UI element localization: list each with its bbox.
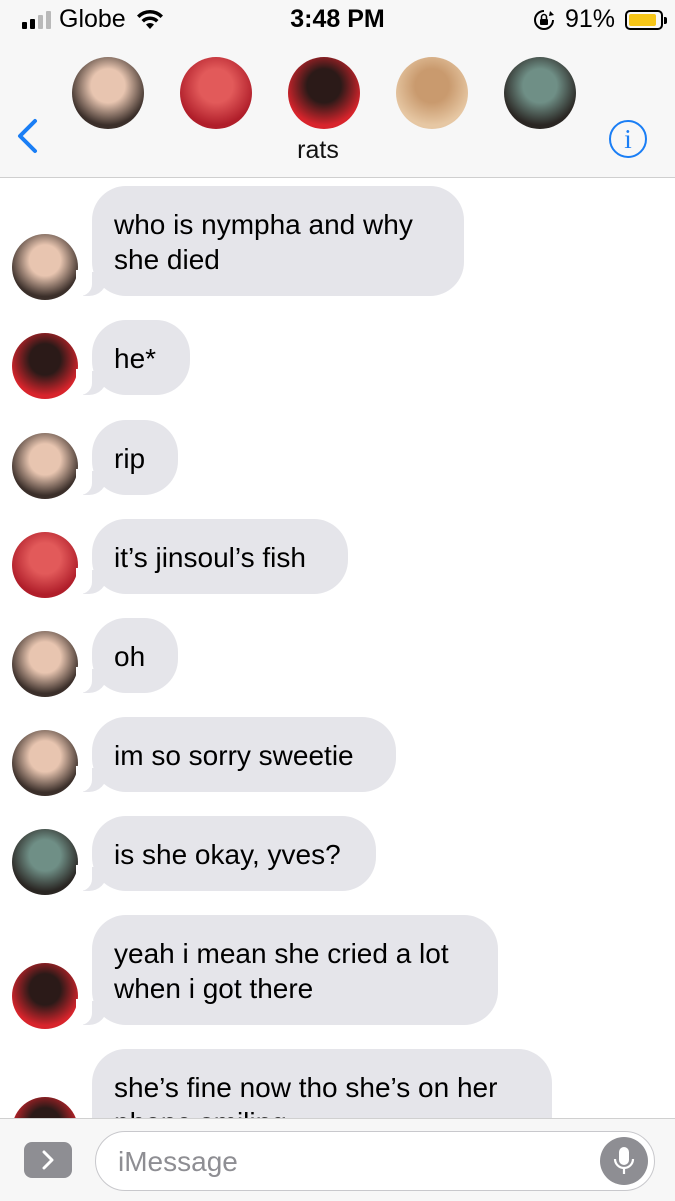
avatar[interactable]: [288, 57, 360, 129]
message-bubble[interactable]: rip: [76, 420, 178, 495]
status-bar: Globe 3:48 PM 91%: [0, 0, 675, 40]
group-name[interactable]: rats: [0, 136, 636, 165]
avatar[interactable]: [12, 333, 78, 399]
avatar[interactable]: [396, 57, 468, 129]
message-bubble[interactable]: it’s jinsoul’s fish: [76, 519, 348, 594]
avatar[interactable]: [12, 234, 78, 300]
battery-icon: [625, 9, 667, 30]
message-thread[interactable]: who is nympha and why she died he* rip it’s…: [0, 178, 675, 1118]
message-bubble[interactable]: yeah i mean she cried a lot when i got t…: [76, 915, 498, 1025]
message-input[interactable]: [116, 1142, 590, 1182]
avatar[interactable]: [12, 631, 78, 697]
input-bar: [0, 1118, 675, 1201]
microphone-icon: [613, 1147, 635, 1174]
avatar[interactable]: [12, 532, 78, 598]
avatar[interactable]: [72, 57, 144, 129]
status-right: 91%: [533, 5, 667, 34]
avatar[interactable]: [12, 433, 78, 499]
message-field[interactable]: [95, 1131, 655, 1191]
message-bubble[interactable]: im so sorry sweetie: [76, 717, 396, 792]
battery-percent: 91%: [564, 5, 615, 33]
message-bubble[interactable]: who is nympha and why she died: [76, 186, 464, 296]
group-avatars[interactable]: [0, 57, 675, 131]
avatar[interactable]: [12, 829, 78, 895]
app-drawer-button[interactable]: [24, 1142, 72, 1178]
conversation-header: rats i: [0, 40, 675, 178]
message-bubble[interactable]: he*: [76, 320, 190, 395]
message-bubble[interactable]: is she okay, yves?: [76, 816, 376, 891]
info-icon[interactable]: i: [609, 120, 647, 158]
avatar[interactable]: [12, 963, 78, 1029]
avatar[interactable]: [504, 57, 576, 129]
chevron-right-icon: [42, 1150, 54, 1170]
avatar[interactable]: [180, 57, 252, 129]
message-bubble[interactable]: oh: [76, 618, 178, 693]
microphone-button[interactable]: [600, 1137, 648, 1185]
rotation-lock-icon: [533, 9, 554, 30]
message-bubble[interactable]: she’s fine now tho she’s on her phone sm…: [92, 1049, 552, 1118]
avatar[interactable]: [12, 1097, 78, 1118]
avatar[interactable]: [12, 730, 78, 796]
